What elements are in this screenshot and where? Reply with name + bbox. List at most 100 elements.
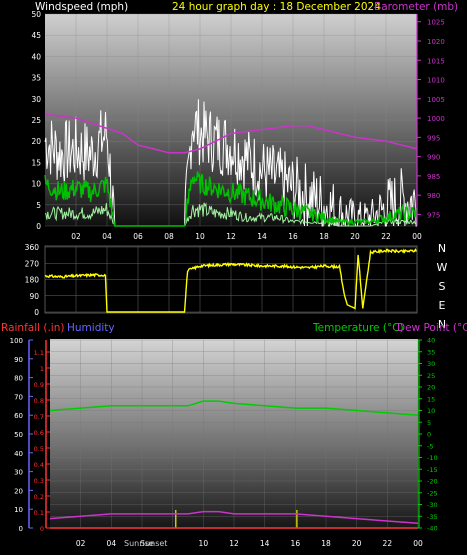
humidity-tick-label: 10	[14, 506, 23, 514]
humidity-tick-label: 50	[14, 431, 23, 439]
humidity-tick-label: 0	[19, 525, 23, 533]
dewpoint-axis-title: Dew Point (°C)	[397, 322, 467, 334]
humidity-tick-label: 100	[10, 337, 23, 345]
humidity-tick-label: 90	[14, 356, 23, 364]
temperature-tick-label: -20	[427, 478, 438, 486]
rainfall-tick-label: 0.6	[34, 429, 44, 437]
temperature-tick-label: 35	[427, 348, 435, 356]
time-tick-label: 14	[260, 539, 270, 548]
humidity-tick-label: 40	[14, 450, 23, 458]
windspeed-tick-label: 10	[31, 180, 41, 189]
humidity-tick-label: 80	[14, 375, 23, 383]
rainfall-tick-label: 0.1	[34, 509, 44, 517]
barometer-tick-label: 1010	[427, 77, 445, 85]
sunset-label: Sunset	[140, 539, 167, 548]
windspeed-tick-label: 15	[31, 158, 41, 167]
humidity-tick-label: 60	[14, 412, 23, 420]
temperature-tick-label: 30	[427, 360, 435, 368]
direction-tick-label: 90	[29, 292, 39, 301]
rainfall-tick-label: 0.4	[34, 461, 44, 469]
rainfall-tick-label: 1	[40, 365, 44, 373]
temperature-tick-label: 5	[427, 419, 431, 427]
time-tick-label: 04	[102, 232, 112, 241]
rainfall-tick-label: 0	[40, 525, 44, 533]
rainfall-tick-label: 0.5	[34, 445, 44, 453]
barometer-tick-label: 1020	[427, 38, 445, 46]
windspeed-tick-label: 50	[31, 10, 41, 19]
time-tick-label: 00	[413, 539, 423, 548]
time-tick-label: 20	[352, 539, 362, 548]
direction-tick-label: 360	[25, 243, 40, 252]
rainfall-tick-label: 1.1	[34, 349, 44, 357]
time-tick-label: 04	[107, 539, 117, 548]
windspeed-tick-label: 35	[31, 74, 41, 83]
barometer-tick-label: 1005	[427, 96, 445, 104]
temperature-tick-label: 25	[427, 372, 435, 380]
humidity-tick-label: 20	[14, 487, 23, 495]
barometer-tick-label: 985	[427, 173, 440, 181]
windspeed-tick-label: 20	[31, 137, 41, 146]
weather-graph: Windspeed (mph) 24 hour graph day : 18 D…	[0, 0, 467, 555]
temperature-tick-label: 40	[427, 337, 435, 345]
humidity-axis-title: Humidity	[67, 322, 115, 334]
windspeed-axis-title: Windspeed (mph)	[35, 1, 128, 13]
temperature-tick-label: -40	[427, 525, 438, 533]
windspeed-tick-label: 30	[31, 95, 41, 104]
time-tick-label: 06	[133, 232, 143, 241]
barometer-tick-label: 1000	[427, 115, 445, 123]
barometer-axis-title: Barometer (mb)	[374, 1, 458, 13]
time-tick-label: 16	[288, 232, 298, 241]
time-tick-label: 22	[383, 539, 393, 548]
barometer-tick-label: 1015	[427, 57, 445, 65]
time-tick-label: 22	[381, 232, 391, 241]
time-tick-label: 02	[71, 232, 81, 241]
temperature-tick-label: 0	[427, 431, 431, 439]
compass-label: N	[438, 242, 446, 255]
temperature-tick-label: -35	[427, 513, 438, 521]
temperature-axis-title: Temperature (°C)	[312, 322, 404, 334]
windspeed-tick-label: 5	[36, 201, 41, 210]
time-tick-label: 20	[350, 232, 360, 241]
direction-tick-label: 270	[25, 259, 40, 268]
time-tick-label: 18	[321, 539, 331, 548]
time-tick-label: 12	[229, 539, 239, 548]
rainfall-tick-label: 0.9	[34, 381, 44, 389]
temperature-tick-label: 10	[427, 407, 435, 415]
direction-tick-label: 0	[34, 308, 39, 317]
barometer-tick-label: 995	[427, 134, 440, 142]
barometer-tick-label: 990	[427, 154, 440, 162]
windspeed-tick-label: 40	[31, 52, 41, 61]
time-tick-label: 00	[412, 232, 422, 241]
rainfall-tick-label: 0.7	[34, 413, 44, 421]
time-tick-label: 16	[291, 539, 301, 548]
windspeed-tick-label: 45	[31, 31, 41, 40]
compass-label: E	[439, 299, 446, 312]
graph-canvas: Windspeed (mph) 24 hour graph day : 18 D…	[1, 1, 467, 548]
time-tick-label: 18	[319, 232, 329, 241]
humidity-tick-label: 30	[14, 469, 23, 477]
humidity-tick-label: 70	[14, 393, 23, 401]
direction-tick-label: 180	[25, 276, 40, 285]
compass-label: S	[439, 280, 446, 293]
time-tick-label: 10	[199, 539, 209, 548]
temperature-tick-label: -25	[427, 489, 438, 497]
rainfall-tick-label: 0.8	[34, 397, 44, 405]
time-tick-label: 08	[164, 232, 174, 241]
temperature-tick-label: 20	[427, 384, 435, 392]
temperature-tick-label: -30	[427, 501, 438, 509]
windspeed-tick-label: 25	[31, 116, 41, 125]
temperature-tick-label: -5	[427, 442, 433, 450]
temperature-tick-label: 15	[427, 395, 435, 403]
rainfall-tick-label: 0.2	[34, 493, 44, 501]
rainfall-tick-label: 0.3	[34, 477, 44, 485]
compass-label: W	[437, 261, 448, 274]
graph-title: 24 hour graph day : 18 December 2024	[172, 1, 381, 13]
time-tick-label: 10	[195, 232, 205, 241]
rainfall-axis-title: Rainfall (.in)	[1, 322, 64, 334]
time-tick-label: 12	[226, 232, 236, 241]
barometer-tick-label: 1025	[427, 19, 445, 27]
barometer-tick-label: 980	[427, 192, 440, 200]
barometer-tick-label: 975	[427, 211, 440, 219]
time-tick-label: 02	[76, 539, 86, 548]
time-tick-label: 14	[257, 232, 267, 241]
